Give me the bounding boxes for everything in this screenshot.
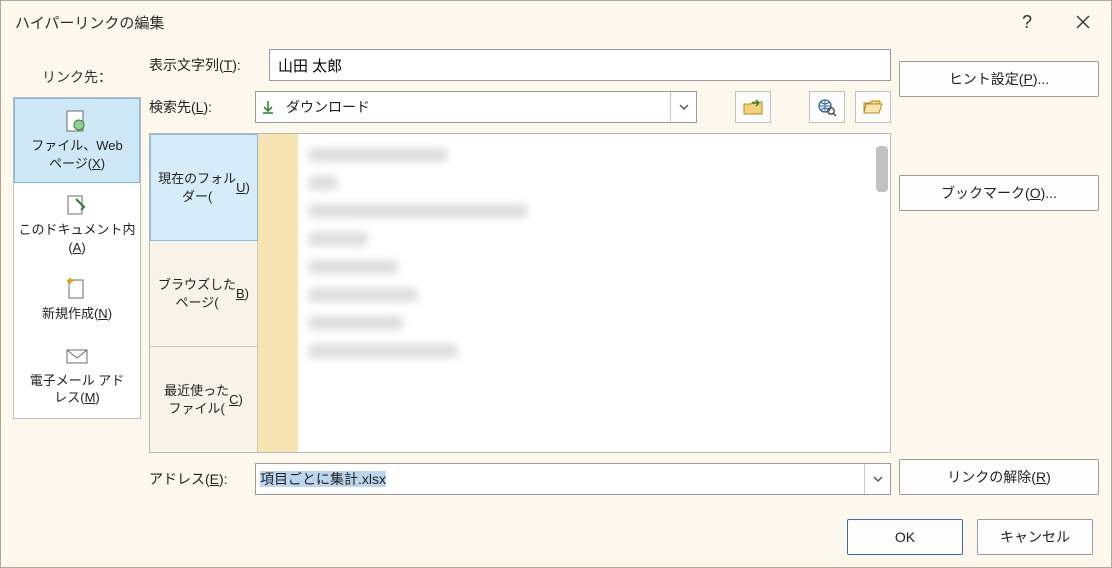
folder-up-icon [742, 98, 764, 116]
lookin-combo[interactable]: ダウンロード [255, 91, 697, 123]
link-to-column: リンク先： ファイル、Webページ(X) このドキュメント内(A) [13, 49, 141, 495]
link-to-file-web[interactable]: ファイル、Webページ(X) [14, 98, 140, 183]
link-to-email-address[interactable]: 電子メール アドレス(M) [14, 334, 140, 418]
link-to-item-label: 新規作成(N) [42, 305, 112, 323]
chevron-down-icon [678, 101, 690, 113]
link-to-this-document[interactable]: このドキュメント内(A) [14, 183, 140, 267]
screentip-button[interactable]: ヒント設定(P)... [899, 61, 1099, 97]
this-doc-icon [63, 193, 91, 217]
folder-open-icon [862, 98, 884, 116]
link-to-item-label: ファイル、Webページ(X) [31, 137, 123, 172]
file-list-blurred-content [308, 148, 830, 442]
display-text-input[interactable] [269, 49, 891, 81]
close-button[interactable] [1055, 1, 1111, 43]
globe-search-icon [816, 97, 838, 117]
help-icon: ? [1022, 12, 1032, 33]
lookin-dropdown-button[interactable] [670, 92, 696, 122]
browse-file-button[interactable] [855, 91, 891, 123]
file-icon-column [258, 134, 298, 452]
titlebar: ハイパーリンクの編集 ? [1, 1, 1111, 43]
browse-tab-current-folder[interactable]: 現在のフォルダー(U) [150, 134, 258, 241]
display-text-row: 表示文字列(T): [149, 49, 891, 81]
address-combo[interactable]: 項目ごとに集計.xlsx [255, 463, 891, 495]
browse-web-button[interactable] [809, 91, 845, 123]
right-button-column: ヒント設定(P)... ブックマーク(O)... リンクの解除(R) [899, 49, 1099, 495]
up-one-level-button[interactable] [735, 91, 771, 123]
lookin-label: 検索先(L): [149, 97, 245, 117]
link-to-list: ファイル、Webページ(X) このドキュメント内(A) 新規作成(N) [13, 97, 141, 419]
file-web-icon [63, 109, 91, 133]
browse-tab-browsed-pages[interactable]: ブラウズしたページ(B) [150, 241, 258, 347]
link-to-new-document[interactable]: 新規作成(N) [14, 267, 140, 334]
main-column: 表示文字列(T): 検索先(L): ダウンロード [149, 49, 891, 495]
remove-link-button[interactable]: リンクの解除(R) [899, 459, 1099, 495]
dialog-footer: OK キャンセル [1, 507, 1111, 567]
file-list[interactable] [258, 134, 890, 452]
link-to-label: リンク先： [42, 67, 112, 87]
address-row: アドレス(E): 項目ごとに集計.xlsx [149, 463, 891, 495]
cancel-button[interactable]: キャンセル [977, 519, 1093, 555]
link-to-item-label: 電子メール アドレス(M) [30, 372, 125, 407]
download-arrow-icon [256, 99, 280, 115]
chevron-down-icon [872, 473, 884, 485]
bookmark-button[interactable]: ブックマーク(O)... [899, 175, 1099, 211]
lookin-row: 検索先(L): ダウンロード [149, 91, 891, 123]
close-icon [1076, 15, 1090, 29]
browse-area: 現在のフォルダー(U) ブラウズしたページ(B) 最近使ったファイル(C) [149, 133, 891, 453]
file-list-scrollbar[interactable] [876, 146, 888, 192]
help-button[interactable]: ? [999, 1, 1055, 43]
address-dropdown-button[interactable] [864, 464, 890, 494]
browse-tab-recent-files[interactable]: 最近使ったファイル(C) [150, 347, 258, 452]
email-icon [63, 344, 91, 368]
address-label: アドレス(E): [149, 469, 245, 489]
edit-hyperlink-dialog: ハイパーリンクの編集 ? リンク先： ファイル、Webページ(X) [0, 0, 1112, 568]
display-text-label: 表示文字列(T): [149, 55, 259, 75]
lookin-value: ダウンロード [280, 97, 670, 117]
browse-tabs: 現在のフォルダー(U) ブラウズしたページ(B) 最近使ったファイル(C) [150, 134, 258, 452]
ok-button[interactable]: OK [847, 519, 963, 555]
link-to-item-label: このドキュメント内(A) [18, 221, 135, 256]
dialog-title: ハイパーリンクの編集 [15, 12, 164, 33]
address-value: 項目ごとに集計.xlsx [256, 469, 864, 489]
new-doc-icon [63, 277, 91, 301]
